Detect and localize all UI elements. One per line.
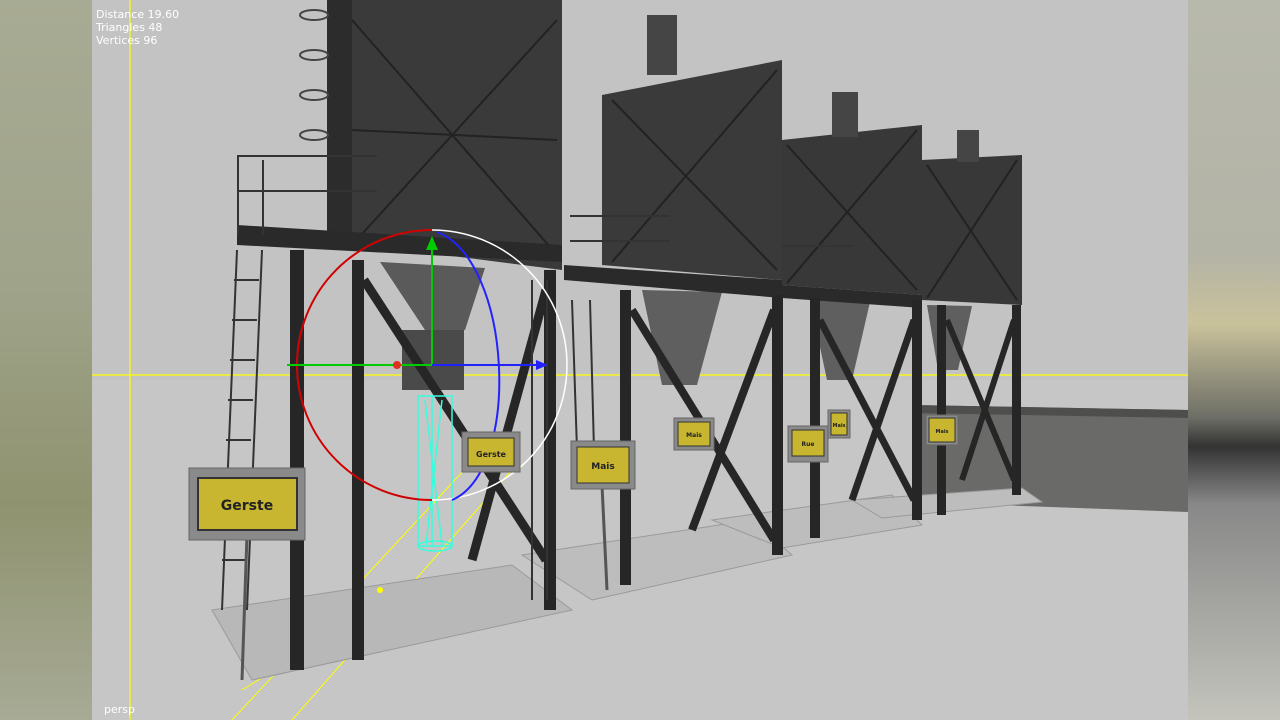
left-background-panel — [0, 0, 92, 720]
sign-mais-4: Mais — [827, 409, 851, 439]
sign-mais-5: Mais — [925, 414, 959, 446]
silo-4 — [922, 130, 1022, 515]
sign-label: Gerste — [476, 450, 507, 459]
sign-label: Mais — [686, 432, 702, 439]
viewport-stats: Distance 19.60 Triangles 48 Vertices 96 — [96, 8, 179, 47]
sign-label: Mais — [935, 429, 948, 435]
sign-rue: Rue — [787, 425, 829, 463]
sign-label: Gerste — [221, 498, 273, 514]
distance-readout: Distance 19.60 — [96, 8, 180, 21]
vertices-readout: Vertices 96 — [96, 34, 158, 47]
triangles-readout: Triangles 48 — [96, 21, 163, 34]
right-background-panel — [1188, 0, 1280, 720]
camera-label[interactable]: persp — [104, 703, 135, 716]
3d-viewport[interactable]: Gerste Gerste Mais Mais Rue Mais Mais Di… — [92, 0, 1188, 720]
sign-label: Mais — [591, 462, 614, 472]
sign-label: Rue — [802, 441, 815, 448]
sign-mais-3: Mais — [673, 417, 715, 451]
sign-gerste-back: Gerste — [461, 431, 521, 473]
sign-label: Mais — [832, 423, 845, 429]
scene-canvas[interactable]: Gerste Gerste Mais Mais Rue Mais Mais — [92, 0, 1188, 720]
